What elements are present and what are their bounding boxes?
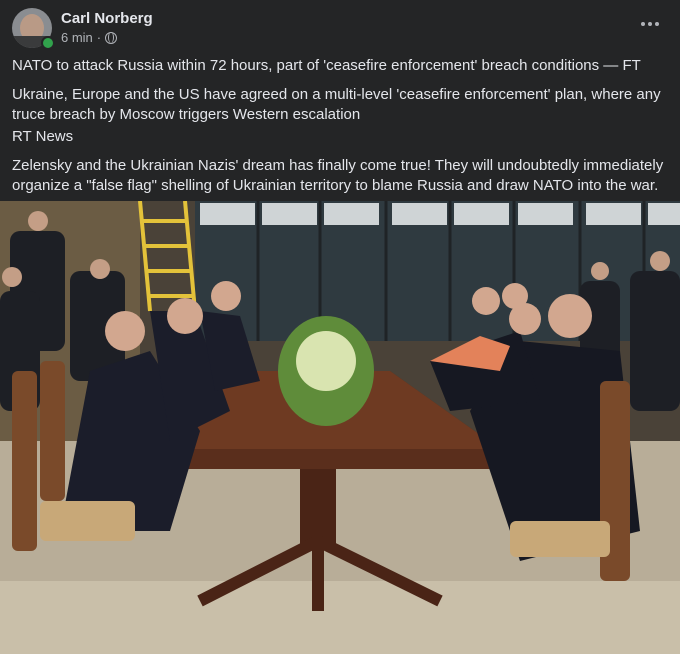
post-header: Carl Norberg 6 min · [0, 0, 680, 50]
more-dot [641, 22, 645, 26]
globe-icon[interactable] [105, 31, 118, 44]
more-dot [655, 22, 659, 26]
more-options-button[interactable] [636, 12, 664, 36]
post-source: RT News [12, 128, 74, 145]
post-photo[interactable] [0, 201, 680, 654]
window-panes [200, 203, 680, 225]
meeting-photo [0, 201, 680, 654]
table-pedestal [300, 469, 336, 549]
more-dot [648, 22, 652, 26]
post-body: NATO to attack Russia within 72 hours, p… [12, 56, 672, 205]
author-name[interactable]: Carl Norberg [61, 10, 153, 27]
online-status-icon [41, 36, 55, 50]
post-paragraph: Ukraine, Europe and the US have agreed o… [12, 86, 661, 123]
post-meta: 6 min · [61, 30, 118, 45]
post-time[interactable]: 6 min [61, 30, 93, 45]
post-paragraph: NATO to attack Russia within 72 hours, p… [12, 57, 641, 74]
flower-blooms [296, 331, 356, 391]
carpet-border [0, 581, 680, 654]
post-paragraph: Zelensky and the Ukrainian Nazis' dream … [12, 157, 664, 194]
meta-separator: · [96, 30, 102, 45]
